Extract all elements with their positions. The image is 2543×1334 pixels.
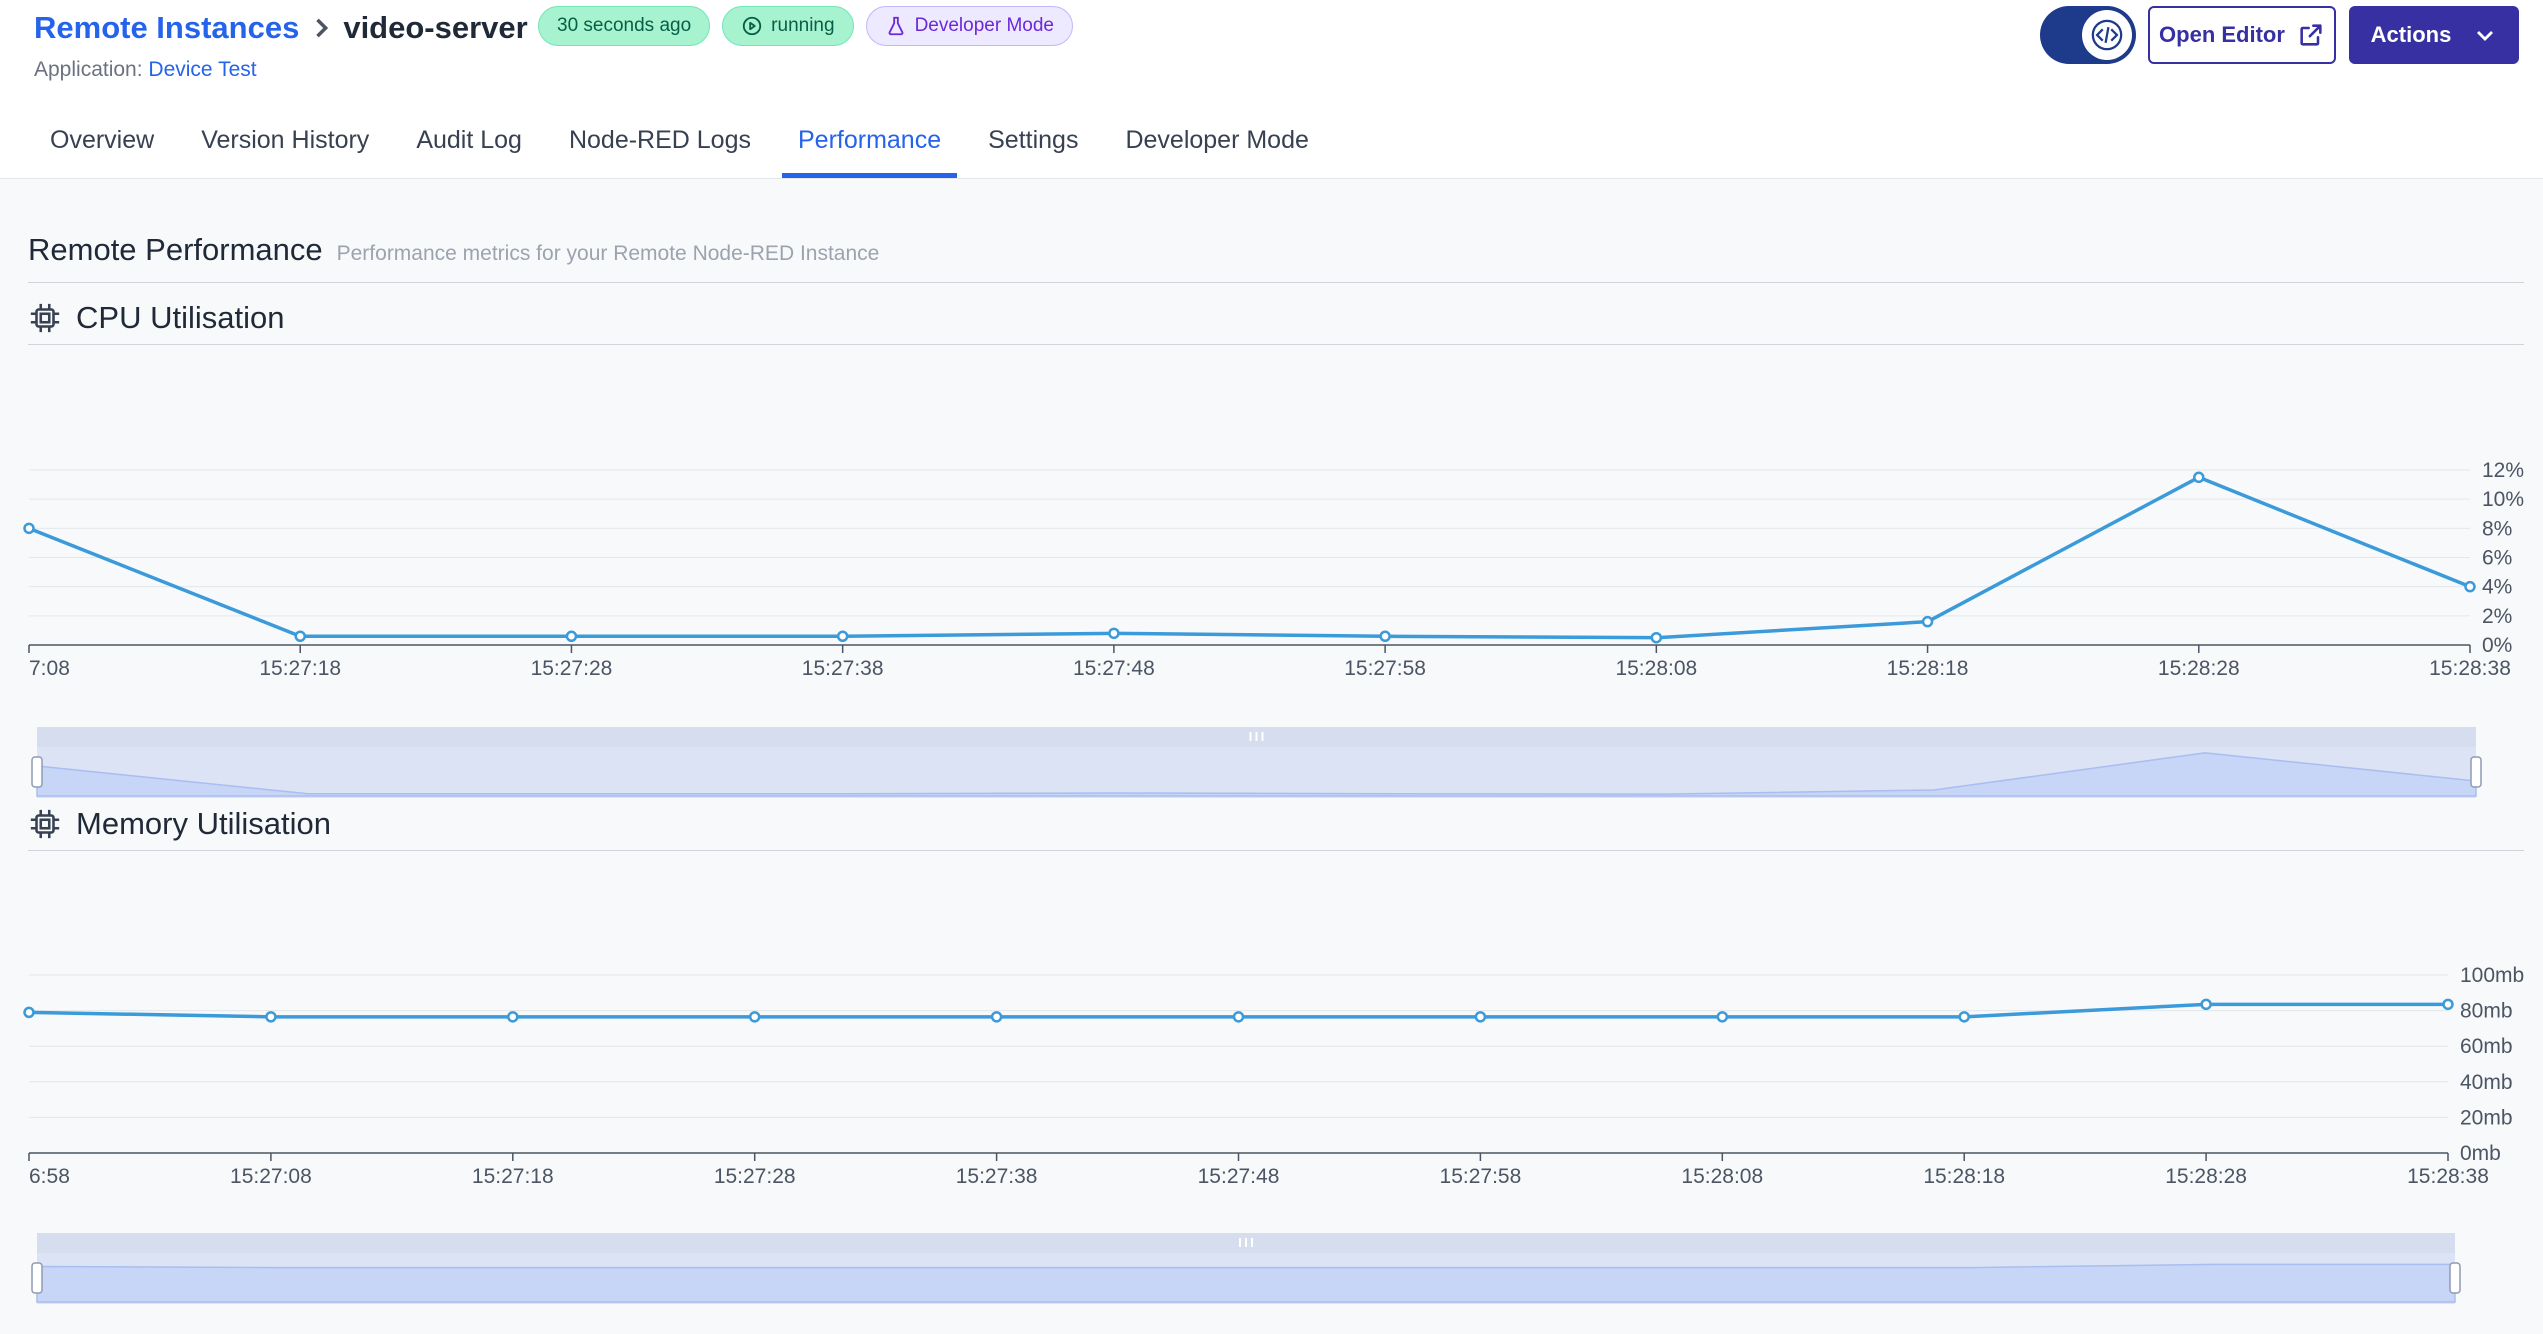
y-tick-label: 40mb xyxy=(2460,1071,2513,1094)
data-point[interactable] xyxy=(23,1006,35,1019)
data-point[interactable] xyxy=(265,1011,277,1023)
y-tick-label: 20mb xyxy=(2460,1106,2513,1129)
data-point[interactable] xyxy=(1474,1011,1487,1023)
x-tick-label: 15:27:48 xyxy=(1198,1165,1280,1188)
x-tick-label: 6:58 xyxy=(29,1165,70,1188)
data-point[interactable] xyxy=(2200,998,2212,1011)
data-point[interactable] xyxy=(748,1011,761,1023)
slider-right-handle[interactable] xyxy=(2449,1262,2461,1294)
x-tick-label: 15:27:38 xyxy=(956,1165,1038,1188)
memory-utilisation-chart: 0mb 20mb 40mb 60mb 80mb 100mb 6:58 15:27:08 15:2… xyxy=(23,964,2524,1304)
slider-preview-area xyxy=(36,1263,2456,1303)
x-tick-label: 15:28:38 xyxy=(2407,1165,2489,1188)
y-tick-label: 60mb xyxy=(2460,1035,2513,1058)
data-point[interactable] xyxy=(1958,1011,1970,1023)
y-tick-label: 80mb xyxy=(2460,1000,2513,1023)
y-tick-label: 0mb xyxy=(2460,1142,2501,1165)
data-point[interactable] xyxy=(1716,1011,1729,1023)
y-tick-label: 100mb xyxy=(2460,964,2524,987)
x-tick-label: 15:27:58 xyxy=(1440,1165,1522,1188)
data-point[interactable] xyxy=(990,1011,1003,1023)
data-point[interactable] xyxy=(1232,1011,1245,1023)
x-tick-label: 15:28:28 xyxy=(2165,1165,2247,1188)
x-tick-label: 15:27:18 xyxy=(472,1165,554,1188)
data-point[interactable] xyxy=(507,1011,519,1023)
x-tick-label: 15:27:08 xyxy=(230,1165,312,1188)
x-tick-label: 15:28:18 xyxy=(1923,1165,2005,1188)
x-tick-label: 15:27:28 xyxy=(714,1165,796,1188)
data-point[interactable] xyxy=(2442,998,2454,1011)
x-tick-label: 15:28:08 xyxy=(1681,1165,1763,1188)
slider-left-handle[interactable] xyxy=(31,1262,43,1294)
